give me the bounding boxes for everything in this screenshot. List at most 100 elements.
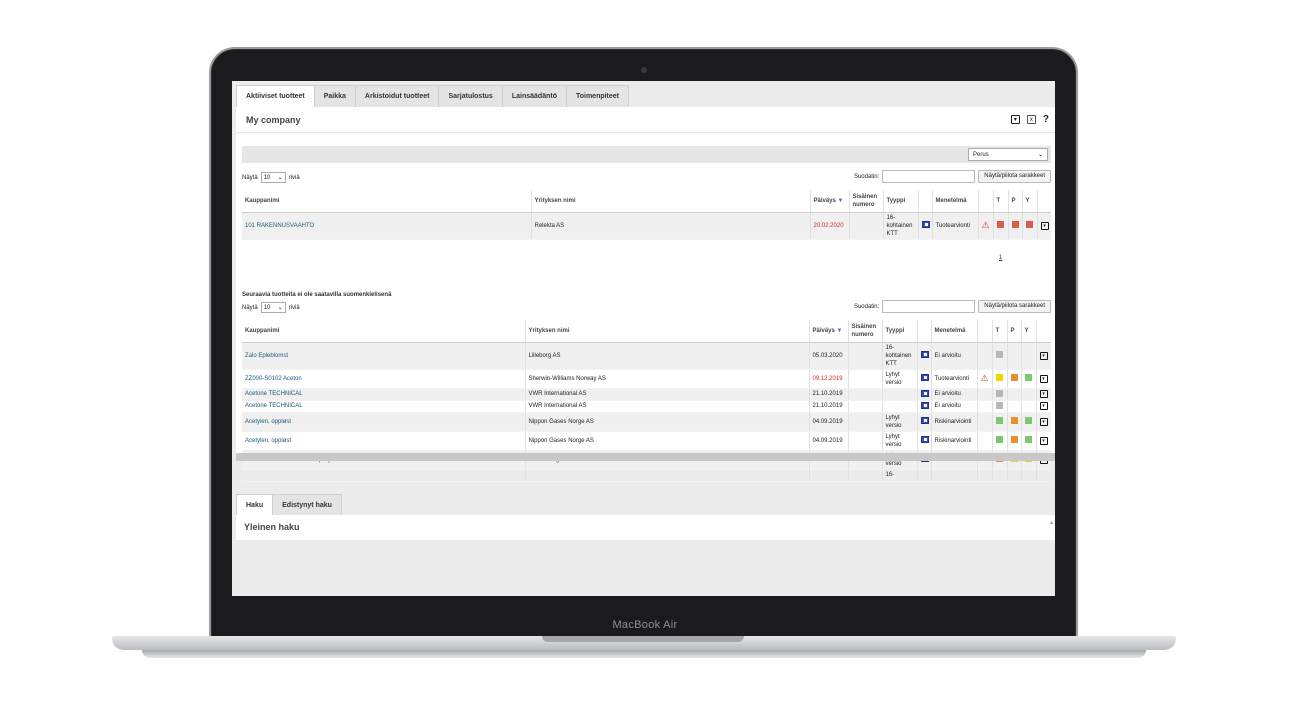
toggle-columns-button[interactable]: Näytä/piilota sarakkeet: [978, 170, 1051, 183]
company-name-cell: Nippon Gases Norge AS: [524, 412, 809, 432]
filter-input[interactable]: [882, 170, 976, 183]
table-row[interactable]: 16-: [242, 469, 1051, 482]
product-name-cell[interactable]: Acetylen, oppløst: [242, 431, 525, 451]
column-header[interactable]: [977, 190, 993, 213]
view-select[interactable]: Perus ⌄: [968, 148, 1048, 161]
column-header[interactable]: Tyyppi: [881, 320, 917, 343]
row-dropdown-icon[interactable]: ▾: [1039, 374, 1048, 383]
row-dropdown-icon[interactable]: ▾: [1039, 417, 1048, 426]
method-cell: Ei arvioitu: [930, 342, 977, 370]
product-name-cell[interactable]: 101 RAKENNUSVAAHTO: [242, 212, 531, 240]
column-header[interactable]: Päiväys ▼: [808, 320, 848, 343]
column-header[interactable]: Sisäinen numero: [847, 320, 882, 343]
tab-archived-products[interactable]: Arkistoidut tuotteet: [354, 85, 440, 107]
table-row[interactable]: Zalo Epleblomst Lilleborg AS 05.03.2020 16-…: [242, 342, 1051, 370]
product-name-link[interactable]: Acetone TECHNICAL: [245, 391, 303, 397]
dropdown-icon[interactable]: ▾: [1010, 115, 1020, 124]
table-row[interactable]: Acetone TECHNICAL VWR International AS 21.…: [242, 400, 1051, 413]
column-header[interactable]: Menetelmä: [931, 190, 978, 213]
internal-number-cell: [847, 342, 882, 370]
row-menu-cell[interactable]: ▾: [1035, 400, 1051, 413]
table-row[interactable]: Acetylen, oppløst Nippon Gases Norge AS 04…: [242, 412, 1051, 432]
tab-active-products[interactable]: Aktiiviset tuotteet: [236, 85, 315, 108]
company-name-cell: VWR International AS: [524, 388, 809, 401]
row-dropdown-icon[interactable]: ▾: [1040, 221, 1049, 230]
row-menu-cell[interactable]: [1035, 469, 1051, 482]
column-header[interactable]: Menetelmä: [930, 320, 977, 343]
company-name-cell: Lilleborg AS: [524, 342, 809, 370]
row-menu-cell[interactable]: ▾: [1035, 388, 1051, 401]
product-name-link[interactable]: Acetylen, oppløst: [245, 419, 291, 425]
tab-legislation[interactable]: Lainsäädäntö: [501, 85, 567, 107]
product-name-cell[interactable]: Acetylen, oppløst: [242, 412, 525, 432]
column-header[interactable]: Kauppanimi: [242, 190, 531, 213]
product-name-link[interactable]: Acetone TECHNICAL: [245, 403, 303, 409]
column-header[interactable]: [1035, 320, 1051, 343]
help-icon[interactable]: ?: [1043, 114, 1049, 125]
column-header[interactable]: P: [1007, 190, 1022, 213]
tab-advanced-search[interactable]: Edistynyt haku: [272, 494, 342, 515]
product-name-cell[interactable]: [242, 469, 525, 482]
column-header[interactable]: [916, 320, 931, 343]
row-menu-cell[interactable]: ▾: [1035, 431, 1051, 451]
row-dropdown-icon[interactable]: ▾: [1039, 436, 1048, 445]
table-row[interactable]: 101 RAKENNUSVAAHTO Relekta AS 20.02.2020 16…: [242, 212, 1051, 240]
sort-desc-icon[interactable]: ▼: [836, 198, 844, 204]
row-menu-cell[interactable]: ▾: [1035, 342, 1051, 370]
pagination-page-1[interactable]: 1: [999, 255, 1002, 261]
date-cell: 04.09.2019: [808, 431, 848, 451]
product-name-cell[interactable]: Zalo Epleblomst: [242, 342, 525, 370]
product-name-cell[interactable]: Acetone TECHNICAL: [242, 388, 525, 401]
column-header[interactable]: Päiväys ▼: [809, 190, 849, 213]
risk-square-green: [1024, 417, 1032, 425]
row-menu-cell[interactable]: ▾: [1036, 212, 1051, 240]
column-header[interactable]: [1036, 190, 1051, 213]
page-title: My company: [246, 115, 301, 125]
language-flag-icon: [920, 401, 929, 409]
product-name-cell[interactable]: ZZ000-S0102 Aceton: [242, 369, 525, 389]
column-header[interactable]: Yrityksen nimi: [524, 320, 809, 343]
filter-input[interactable]: [882, 300, 976, 313]
collapse-icon[interactable]: ▴: [1050, 519, 1053, 526]
tab-actions[interactable]: Toimenpiteet: [565, 85, 630, 107]
tab-batch-print[interactable]: Sarjatulostus: [438, 85, 503, 107]
horizontal-scrollbar[interactable]: [236, 453, 1055, 461]
row-menu-cell[interactable]: ▾: [1035, 369, 1051, 389]
column-header[interactable]: T: [991, 320, 1007, 343]
company-name-cell: Sherwin-Williams Norway AS: [524, 369, 809, 389]
table-row[interactable]: Acetylen, oppløst Nippon Gases Norge AS 04…: [242, 431, 1051, 451]
product-name-cell[interactable]: Acetone TECHNICAL: [242, 400, 525, 413]
column-header[interactable]: Y: [1020, 320, 1036, 343]
column-header[interactable]: [976, 320, 992, 343]
row-dropdown-icon[interactable]: ▾: [1039, 390, 1048, 398]
method-cell: Tuotearvionti: [931, 212, 978, 240]
rows-select[interactable]: 10 ⌄: [260, 172, 286, 183]
column-header[interactable]: Tyyppi: [882, 190, 918, 213]
product-name-link[interactable]: 101 RAKENNUSVAAHTO: [245, 223, 314, 229]
column-header[interactable]: P: [1006, 320, 1021, 343]
column-header[interactable]: Kauppanimi: [242, 320, 525, 343]
table-row[interactable]: ZZ000-S0102 Aceton Sherwin-Williams Norwa…: [242, 369, 1051, 389]
row-dropdown-icon[interactable]: ▾: [1039, 351, 1048, 360]
table-row[interactable]: Acetone TECHNICAL VWR International AS 21.…: [242, 388, 1051, 401]
column-header[interactable]: Y: [1021, 190, 1037, 213]
tab-location[interactable]: Paikka: [313, 85, 356, 107]
product-name-link[interactable]: ZZ000-S0102 Aceton: [245, 376, 302, 382]
type-cell: 16-kohtainen KTT: [881, 342, 917, 370]
excel-export-icon[interactable]: x: [1026, 115, 1036, 124]
row-dropdown-icon[interactable]: ▾: [1039, 402, 1048, 410]
toggle-columns-button[interactable]: Näytä/piilota sarakkeet: [978, 300, 1051, 313]
rows-select[interactable]: 10 ⌄: [260, 302, 286, 313]
column-header[interactable]: [917, 190, 932, 213]
row-menu-cell[interactable]: ▾: [1035, 412, 1051, 432]
column-header[interactable]: Yrityksen nimi: [530, 190, 810, 213]
tab-search[interactable]: Haku: [236, 494, 274, 515]
column-header[interactable]: T: [992, 190, 1008, 213]
product-name-link[interactable]: Acetylen, oppløst: [245, 438, 291, 444]
sort-desc-icon[interactable]: ▼: [835, 328, 843, 334]
product-name-link[interactable]: Zalo Epleblomst: [245, 353, 288, 359]
risk-square-green: [1024, 374, 1032, 382]
filter-group: Suodatin: Näytä/piilota sarakkeet: [854, 170, 1051, 183]
flag-cell: [916, 412, 931, 432]
column-header[interactable]: Sisäinen numero: [848, 190, 883, 213]
